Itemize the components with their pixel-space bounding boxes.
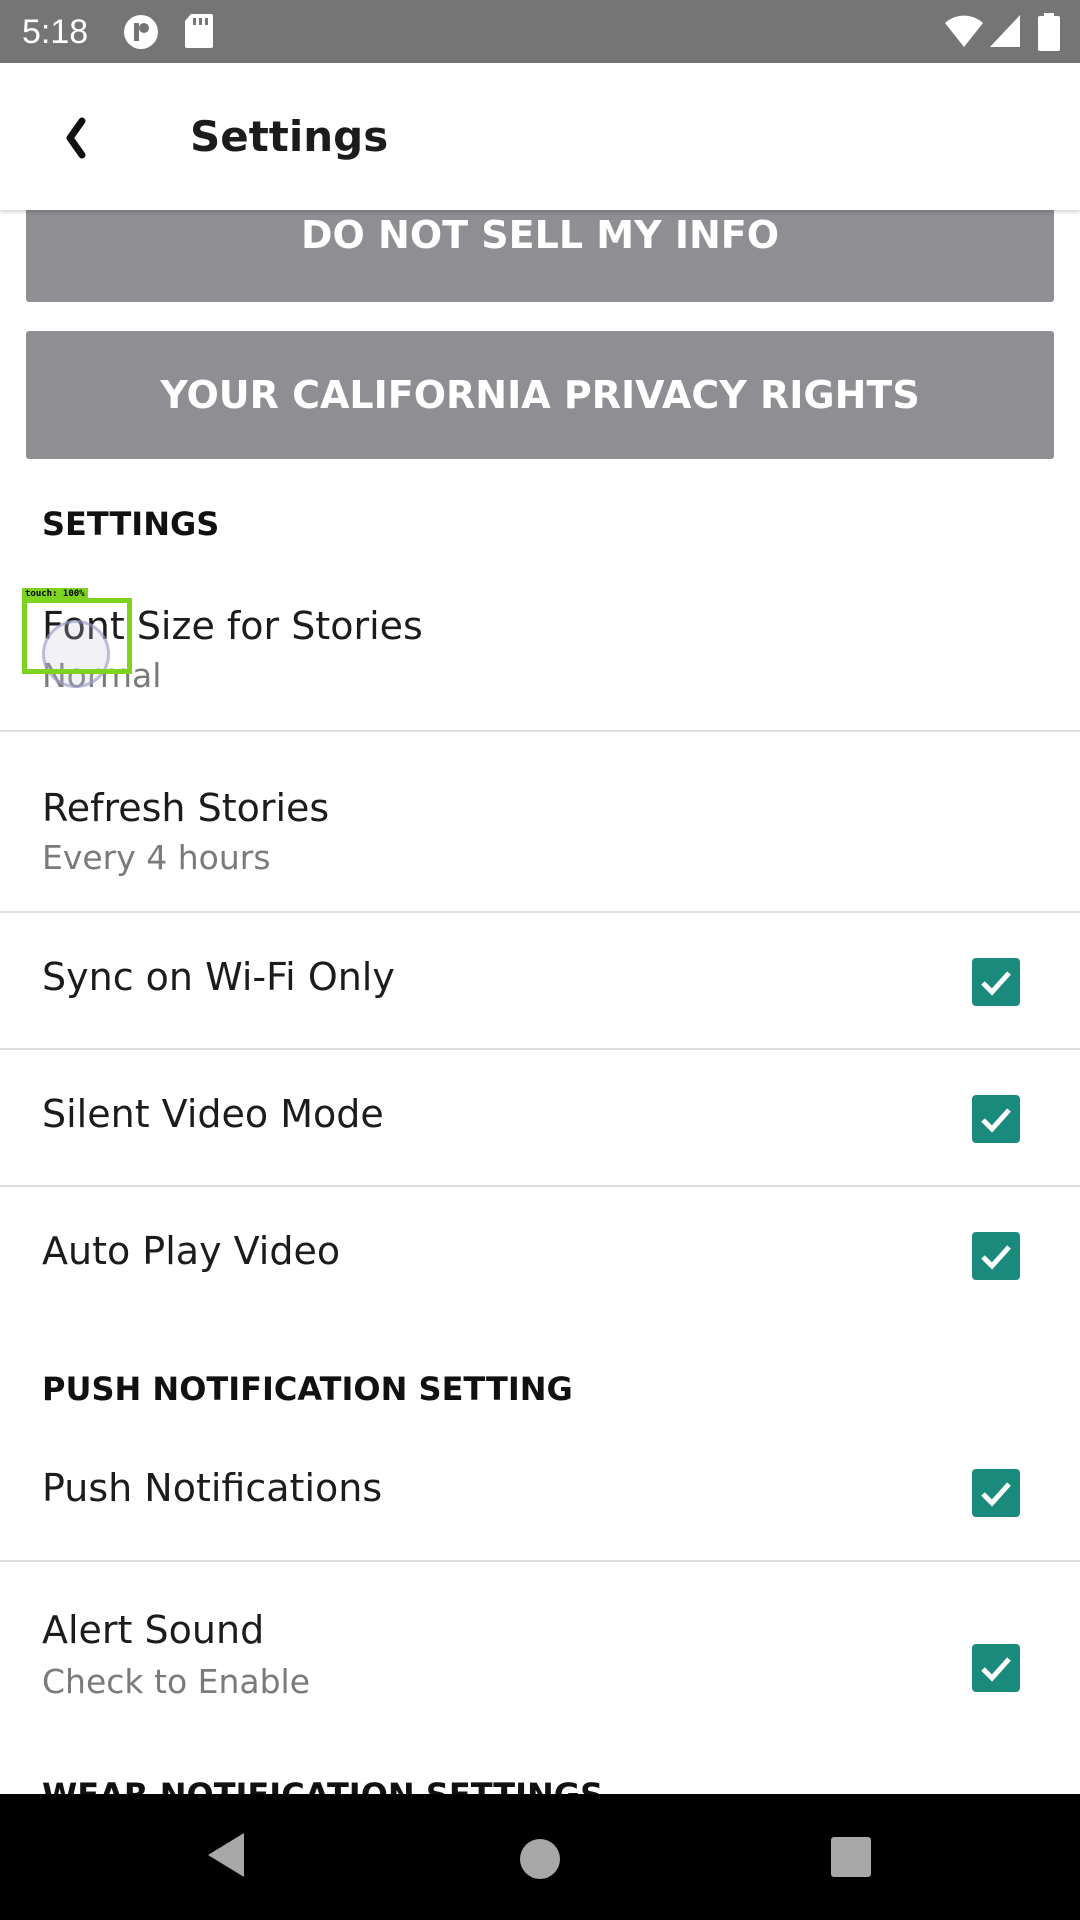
alert-sound-subtitle: Check to Enable [42,1662,311,1701]
silent-video-title: Silent Video Mode [42,1092,384,1136]
nav-home-icon[interactable] [514,1833,566,1889]
sd-card-icon [184,13,214,53]
navigation-bar [0,1794,1080,1920]
checkmark-icon [981,1245,1011,1270]
back-button[interactable] [50,103,120,173]
settings-list[interactable]: DO NOT SELL MY INFO YOUR CALIFORNIA PRIV… [0,210,1080,1794]
font-size-row[interactable]: Font Size for Stories Normal [0,580,1080,732]
auto-play-checkbox[interactable] [972,1232,1020,1280]
section-header-wear: WEAR NOTIFICATION SETTINGS [42,1776,603,1794]
checkmark-icon [981,1657,1011,1682]
auto-play-row[interactable]: Auto Play Video [0,1187,1080,1324]
push-notifications-row[interactable]: Push Notifications [0,1430,1080,1562]
refresh-stories-title: Refresh Stories [42,786,330,830]
checkmark-icon [981,971,1011,996]
checkmark-icon [981,1108,1011,1133]
refresh-stories-row[interactable]: Refresh Stories Every 4 hours [0,732,1080,913]
alert-sound-checkbox[interactable] [972,1644,1020,1692]
checkmark-icon [981,1482,1011,1507]
battery-icon [1038,13,1060,55]
silent-video-row[interactable]: Silent Video Mode [0,1050,1080,1187]
status-bar: 5:18 [0,0,1080,63]
page-title: Settings [190,112,389,161]
back-chevron-icon [50,117,120,177]
section-header-push: PUSH NOTIFICATION SETTING [42,1370,573,1408]
push-notifications-checkbox[interactable] [972,1469,1020,1517]
sync-wifi-checkbox[interactable] [972,958,1020,1006]
touch-indicator-box [22,598,132,674]
signal-icon [988,13,1022,53]
sync-wifi-title: Sync on Wi-Fi Only [42,955,395,999]
nav-back-icon[interactable] [200,1827,250,1887]
wifi-icon [944,13,984,53]
california-privacy-rights-button[interactable]: YOUR CALIFORNIA PRIVACY RIGHTS [26,331,1054,459]
section-header-settings: SETTINGS [42,505,220,543]
touch-indicator-label: touch: 100% [22,588,88,600]
status-time: 5:18 [22,13,89,51]
cast-icon [122,13,160,55]
alert-sound-title: Alert Sound [42,1608,265,1652]
auto-play-title: Auto Play Video [42,1229,341,1273]
silent-video-checkbox[interactable] [972,1095,1020,1143]
sync-wifi-row[interactable]: Sync on Wi-Fi Only [0,913,1080,1050]
push-notifications-title: Push Notifications [42,1466,383,1510]
do-not-sell-button[interactable]: DO NOT SELL MY INFO [26,210,1054,302]
alert-sound-row[interactable]: Alert Sound Check to Enable [0,1562,1080,1732]
refresh-stories-value: Every 4 hours [42,838,271,877]
nav-recents-icon[interactable] [828,1834,874,1884]
app-bar: Settings [0,63,1080,210]
